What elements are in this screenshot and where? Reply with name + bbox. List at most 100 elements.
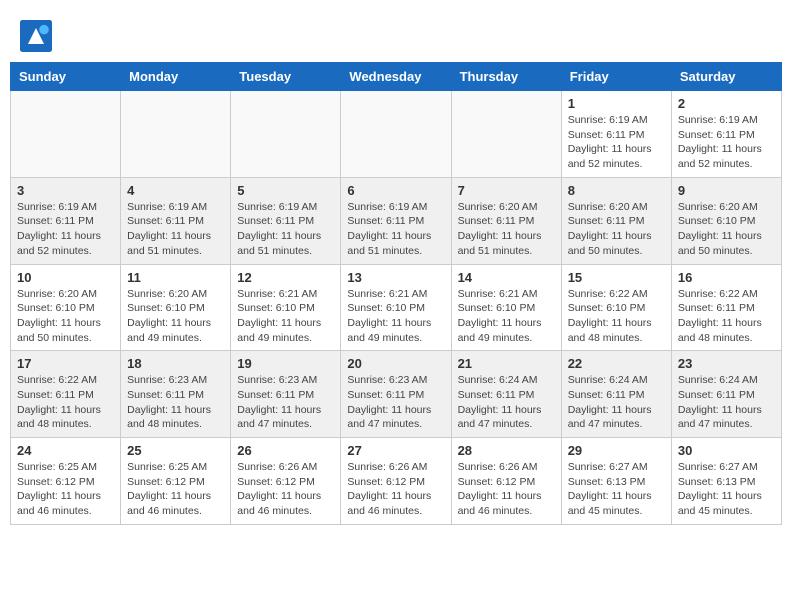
day-info: Sunrise: 6:20 AM Sunset: 6:10 PM Dayligh… [127,287,224,346]
day-number: 19 [237,356,334,371]
day-number: 7 [458,183,555,198]
day-number: 26 [237,443,334,458]
day-number: 17 [17,356,114,371]
day-number: 23 [678,356,775,371]
week-row-2: 3 Sunrise: 6:19 AM Sunset: 6:11 PM Daylig… [11,177,782,264]
day-info: Sunrise: 6:19 AM Sunset: 6:11 PM Dayligh… [127,200,224,259]
day-cell: 10 Sunrise: 6:20 AM Sunset: 6:10 PM Dayli… [11,264,121,351]
day-cell: 3Sunrise: 6:19 AM Sunset: 6:11 PM Daylig… [11,177,121,264]
day-number: 13 [347,270,444,285]
day-cell: 25Sunrise: 6:25 AM Sunset: 6:12 PM Dayli… [121,438,231,525]
day-number: 2 [678,96,775,111]
day-cell [341,91,451,178]
day-info: Sunrise: 6:27 AM Sunset: 6:13 PM Dayligh… [678,460,775,519]
day-info: Sunrise: 6:19 AM Sunset: 6:11 PM Dayligh… [347,200,444,259]
day-info: Sunrise: 6:27 AM Sunset: 6:13 PM Dayligh… [568,460,665,519]
day-info: Sunrise: 6:22 AM Sunset: 6:10 PM Dayligh… [568,287,665,346]
day-cell: 19 Sunrise: 6:23 AM Sunset: 6:11 PM Dayli… [231,351,341,438]
day-info: Sunrise: 6:20 AM Sunset: 6:10 PM Dayligh… [17,287,114,346]
day-number: 6 [347,183,444,198]
day-cell: 1 Sunrise: 6:19 AM Sunset: 6:11 PM Daylig… [561,91,671,178]
day-cell: 18Sunrise: 6:23 AM Sunset: 6:11 PM Dayli… [121,351,231,438]
day-number: 4 [127,183,224,198]
logo [20,20,56,52]
day-cell: 20 Sunrise: 6:23 AM Sunset: 6:11 PM Dayli… [341,351,451,438]
day-number: 24 [17,443,114,458]
day-number: 28 [458,443,555,458]
day-cell: 21 Sunrise: 6:24 AM Sunset: 6:11 PM Dayli… [451,351,561,438]
day-cell: 4 Sunrise: 6:19 AM Sunset: 6:11 PM Daylig… [121,177,231,264]
day-cell [121,91,231,178]
day-cell: 17Sunrise: 6:22 AM Sunset: 6:11 PM Dayli… [11,351,121,438]
day-cell: 15 Sunrise: 6:22 AM Sunset: 6:10 PM Dayli… [561,264,671,351]
day-cell: 6 Sunrise: 6:19 AM Sunset: 6:11 PM Daylig… [341,177,451,264]
day-info: Sunrise: 6:20 AM Sunset: 6:11 PM Dayligh… [458,200,555,259]
day-info: Sunrise: 6:24 AM Sunset: 6:11 PM Dayligh… [678,373,775,432]
day-number: 16 [678,270,775,285]
day-info: Sunrise: 6:23 AM Sunset: 6:11 PM Dayligh… [347,373,444,432]
page-header [10,10,782,57]
day-info: Sunrise: 6:26 AM Sunset: 6:12 PM Dayligh… [458,460,555,519]
day-number: 1 [568,96,665,111]
week-row-5: 24Sunrise: 6:25 AM Sunset: 6:12 PM Dayli… [11,438,782,525]
day-number: 27 [347,443,444,458]
day-number: 5 [237,183,334,198]
header-wednesday: Wednesday [341,63,451,91]
day-cell: 9 Sunrise: 6:20 AM Sunset: 6:10 PM Daylig… [671,177,781,264]
header-row: SundayMondayTuesdayWednesdayThursdayFrid… [11,63,782,91]
calendar-table: SundayMondayTuesdayWednesdayThursdayFrid… [10,62,782,525]
day-number: 21 [458,356,555,371]
day-cell: 5 Sunrise: 6:19 AM Sunset: 6:11 PM Daylig… [231,177,341,264]
day-number: 10 [17,270,114,285]
week-row-4: 17Sunrise: 6:22 AM Sunset: 6:11 PM Dayli… [11,351,782,438]
calendar-body: 1 Sunrise: 6:19 AM Sunset: 6:11 PM Daylig… [11,91,782,525]
calendar-header: SundayMondayTuesdayWednesdayThursdayFrid… [11,63,782,91]
day-number: 29 [568,443,665,458]
day-info: Sunrise: 6:21 AM Sunset: 6:10 PM Dayligh… [347,287,444,346]
day-number: 9 [678,183,775,198]
day-info: Sunrise: 6:22 AM Sunset: 6:11 PM Dayligh… [678,287,775,346]
day-cell: 16 Sunrise: 6:22 AM Sunset: 6:11 PM Dayli… [671,264,781,351]
header-thursday: Thursday [451,63,561,91]
day-info: Sunrise: 6:24 AM Sunset: 6:11 PM Dayligh… [458,373,555,432]
day-info: Sunrise: 6:21 AM Sunset: 6:10 PM Dayligh… [458,287,555,346]
day-cell: 23 Sunrise: 6:24 AM Sunset: 6:11 PM Dayli… [671,351,781,438]
day-cell: 26 Sunrise: 6:26 AM Sunset: 6:12 PM Dayli… [231,438,341,525]
logo-icon [20,20,52,52]
day-number: 11 [127,270,224,285]
day-cell: 28 Sunrise: 6:26 AM Sunset: 6:12 PM Dayli… [451,438,561,525]
day-info: Sunrise: 6:19 AM Sunset: 6:11 PM Dayligh… [237,200,334,259]
day-cell: 30 Sunrise: 6:27 AM Sunset: 6:13 PM Dayli… [671,438,781,525]
day-number: 25 [127,443,224,458]
day-cell: 22 Sunrise: 6:24 AM Sunset: 6:11 PM Dayli… [561,351,671,438]
header-sunday: Sunday [11,63,121,91]
day-cell: 11 Sunrise: 6:20 AM Sunset: 6:10 PM Dayli… [121,264,231,351]
day-info: Sunrise: 6:19 AM Sunset: 6:11 PM Dayligh… [678,113,775,172]
day-info: Sunrise: 6:21 AM Sunset: 6:10 PM Dayligh… [237,287,334,346]
week-row-1: 1 Sunrise: 6:19 AM Sunset: 6:11 PM Daylig… [11,91,782,178]
day-number: 15 [568,270,665,285]
day-info: Sunrise: 6:20 AM Sunset: 6:10 PM Dayligh… [678,200,775,259]
day-info: Sunrise: 6:19 AM Sunset: 6:11 PM Dayligh… [568,113,665,172]
day-number: 30 [678,443,775,458]
day-cell: 12 Sunrise: 6:21 AM Sunset: 6:10 PM Dayli… [231,264,341,351]
day-cell: 2 Sunrise: 6:19 AM Sunset: 6:11 PM Daylig… [671,91,781,178]
day-info: Sunrise: 6:23 AM Sunset: 6:11 PM Dayligh… [237,373,334,432]
day-cell [11,91,121,178]
day-info: Sunrise: 6:24 AM Sunset: 6:11 PM Dayligh… [568,373,665,432]
day-number: 22 [568,356,665,371]
day-cell: 29 Sunrise: 6:27 AM Sunset: 6:13 PM Dayli… [561,438,671,525]
day-cell: 24Sunrise: 6:25 AM Sunset: 6:12 PM Dayli… [11,438,121,525]
day-cell: 7 Sunrise: 6:20 AM Sunset: 6:11 PM Daylig… [451,177,561,264]
header-friday: Friday [561,63,671,91]
day-number: 3 [17,183,114,198]
day-cell: 14 Sunrise: 6:21 AM Sunset: 6:10 PM Dayli… [451,264,561,351]
day-info: Sunrise: 6:26 AM Sunset: 6:12 PM Dayligh… [237,460,334,519]
day-cell: 27Sunrise: 6:26 AM Sunset: 6:12 PM Dayli… [341,438,451,525]
day-number: 12 [237,270,334,285]
day-number: 14 [458,270,555,285]
week-row-3: 10 Sunrise: 6:20 AM Sunset: 6:10 PM Dayli… [11,264,782,351]
day-info: Sunrise: 6:20 AM Sunset: 6:11 PM Dayligh… [568,200,665,259]
day-cell [451,91,561,178]
day-number: 20 [347,356,444,371]
